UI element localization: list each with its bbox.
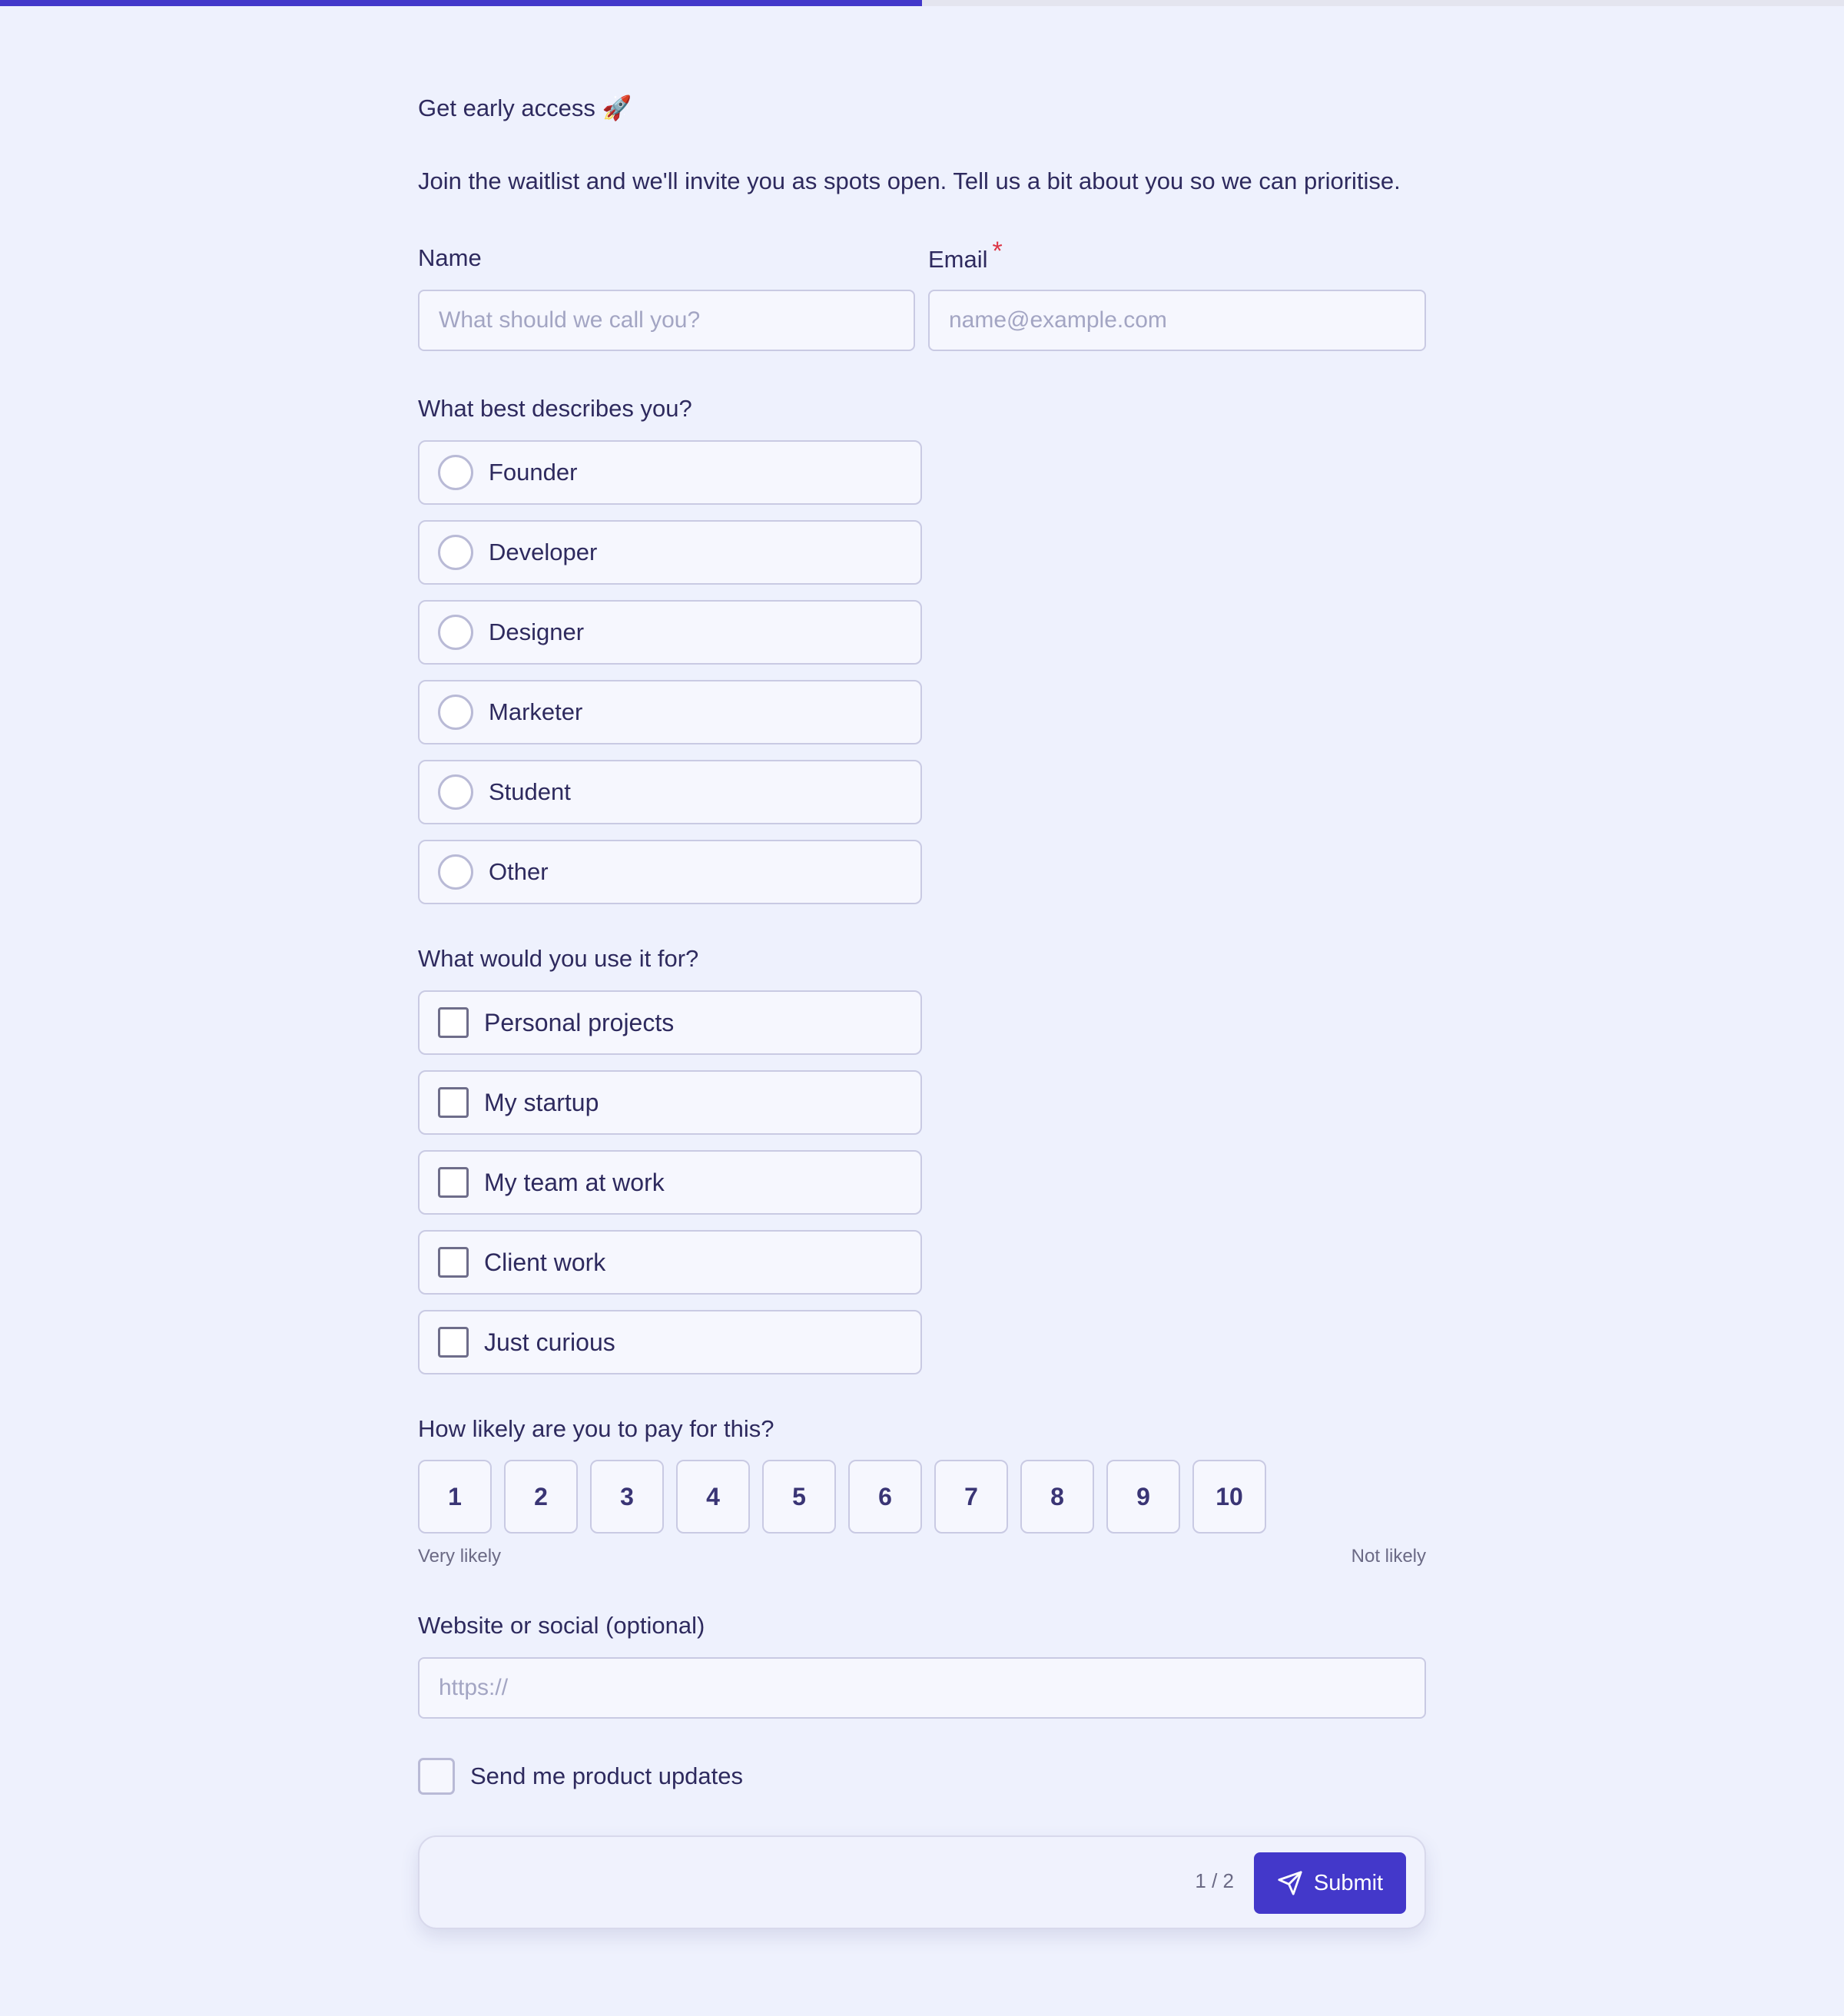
- name-input[interactable]: [418, 290, 915, 351]
- usage-option-label: Client work: [484, 1248, 606, 1276]
- usage-option-label: Personal projects: [484, 1008, 675, 1036]
- checkbox-icon[interactable]: [438, 1167, 469, 1198]
- checkbox-icon[interactable]: [438, 1087, 469, 1118]
- role-option-label: Founder: [489, 459, 578, 486]
- rating-button-5[interactable]: 5: [762, 1460, 836, 1534]
- role-option-label: Designer: [489, 618, 585, 645]
- checkbox-icon[interactable]: [418, 1758, 455, 1795]
- radio-circle-icon[interactable]: [438, 535, 473, 570]
- usage-question: What would you use it for?: [418, 945, 699, 972]
- updates-label: Send me product updates: [470, 1762, 744, 1789]
- rating-button-4[interactable]: 4: [676, 1460, 750, 1534]
- rating-button-3[interactable]: 3: [590, 1460, 664, 1534]
- website-input[interactable]: [418, 1657, 1426, 1719]
- role-question: What best describes you?: [418, 395, 692, 422]
- usage-option-client-work[interactable]: Client work: [418, 1230, 922, 1295]
- rating-button-6[interactable]: 6: [848, 1460, 922, 1534]
- pay-question: How likely are you to pay for this?: [418, 1415, 774, 1442]
- progress-bar-fill: [0, 0, 922, 6]
- name-label: Name: [418, 244, 482, 272]
- radio-circle-icon[interactable]: [438, 774, 473, 810]
- scale-max-caption: Not likely: [1351, 1546, 1426, 1567]
- usage-option-just-curious[interactable]: Just curious: [418, 1310, 922, 1374]
- page-indicator: 1 / 2: [1195, 1869, 1234, 1892]
- role-option-label: Developer: [489, 539, 598, 565]
- scale-min-caption: Very likely: [418, 1546, 502, 1567]
- usage-option-my-startup[interactable]: My startup: [418, 1070, 922, 1135]
- rating-button-10[interactable]: 10: [1192, 1460, 1266, 1534]
- usage-option-team-at-work[interactable]: My team at work: [418, 1150, 922, 1215]
- rating-button-2[interactable]: 2: [504, 1460, 578, 1534]
- website-label: Website or social (optional): [418, 1612, 705, 1639]
- send-icon: [1278, 1871, 1302, 1895]
- submit-button[interactable]: Submit: [1254, 1852, 1406, 1914]
- form-subtitle: Join the waitlist and we'll invite you a…: [418, 167, 1401, 194]
- rating-button-9[interactable]: 9: [1106, 1460, 1180, 1534]
- role-option-other[interactable]: Other: [418, 840, 922, 904]
- radio-circle-icon[interactable]: [438, 854, 473, 890]
- form-title: Get early access 🚀: [418, 94, 632, 121]
- email-label: Email *: [928, 237, 1003, 274]
- rating-button-1[interactable]: 1: [418, 1460, 492, 1534]
- checkbox-icon[interactable]: [438, 1007, 469, 1038]
- role-option-marketer[interactable]: Marketer: [418, 680, 922, 744]
- rating-button-7[interactable]: 7: [934, 1460, 1008, 1534]
- usage-option-personal-projects[interactable]: Personal projects: [418, 990, 922, 1055]
- rating-button-8[interactable]: 8: [1020, 1460, 1094, 1534]
- name-label-text: Name: [418, 244, 482, 271]
- progress-bar: [0, 0, 1844, 6]
- updates-checkbox-row[interactable]: Send me product updates: [418, 1758, 743, 1795]
- role-option-label: Other: [489, 858, 549, 885]
- checkbox-icon[interactable]: [438, 1327, 469, 1358]
- radio-circle-icon[interactable]: [438, 615, 473, 650]
- submit-label: Submit: [1313, 1870, 1384, 1895]
- role-option-label: Student: [489, 778, 571, 805]
- required-marker: *: [992, 237, 1003, 266]
- usage-option-label: My startup: [484, 1088, 599, 1116]
- role-option-founder[interactable]: Founder: [418, 440, 922, 505]
- email-input[interactable]: [928, 290, 1426, 351]
- email-label-text: Email: [928, 246, 988, 273]
- usage-option-label: Just curious: [484, 1328, 615, 1356]
- radio-circle-icon[interactable]: [438, 695, 473, 730]
- usage-option-label: My team at work: [484, 1168, 665, 1196]
- role-option-student[interactable]: Student: [418, 760, 922, 824]
- form-footer: 1 / 2 Submit: [418, 1835, 1426, 1929]
- role-option-designer[interactable]: Designer: [418, 600, 922, 665]
- rating-scale: 1 2 3 4 5 6 7 8 9 10: [418, 1460, 1266, 1534]
- radio-circle-icon[interactable]: [438, 455, 473, 490]
- role-option-label: Marketer: [489, 698, 583, 725]
- checkbox-icon[interactable]: [438, 1247, 469, 1278]
- role-option-developer[interactable]: Developer: [418, 520, 922, 585]
